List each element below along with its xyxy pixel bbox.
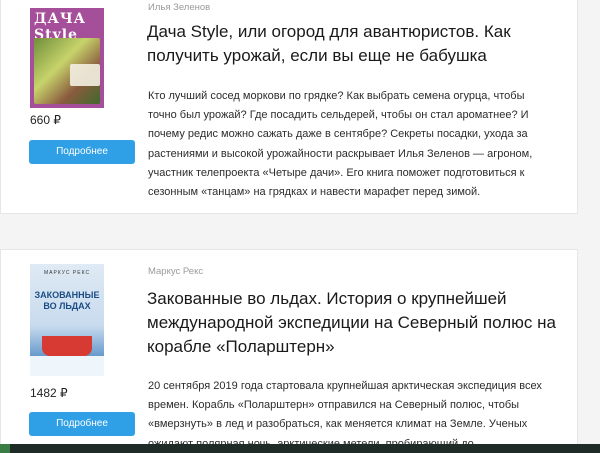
cover-badge <box>70 64 100 86</box>
book-price: 1482 ₽ <box>30 386 68 400</box>
cover-title: ЗАКОВАННЫЕ ВО ЛЬДАХ <box>34 290 100 311</box>
cover-ice <box>30 356 104 376</box>
book-list-page: ДАЧА Style 660 ₽ Подробнее Илья Зеленов … <box>0 0 600 453</box>
book-title[interactable]: Закованные во льдах. История о крупнейше… <box>147 287 577 359</box>
book-cover-image[interactable]: ДАЧА Style <box>30 8 104 108</box>
book-price: 660 ₽ <box>30 113 61 127</box>
cover-author: МАРКУС РЕКС <box>43 270 91 276</box>
cover-ship <box>42 336 92 356</box>
details-button[interactable]: Подробнее <box>29 140 135 164</box>
book-cover-image[interactable]: МАРКУС РЕКС ЗАКОВАННЫЕ ВО ЛЬДАХ <box>30 264 104 376</box>
book-author[interactable]: Маркус Рекс <box>148 266 203 277</box>
book-title[interactable]: Дача Style, или огород для авантюристов.… <box>147 20 577 68</box>
book-description: Кто лучший сосед моркови по грядке? Как … <box>148 90 533 199</box>
details-button[interactable]: Подробнее <box>29 412 135 436</box>
os-taskbar <box>0 444 600 453</box>
book-author[interactable]: Илья Зеленов <box>148 2 210 13</box>
book-description: 20 сентября 2019 года стартовала крупней… <box>148 380 542 450</box>
taskbar-start-icon[interactable] <box>0 444 10 453</box>
